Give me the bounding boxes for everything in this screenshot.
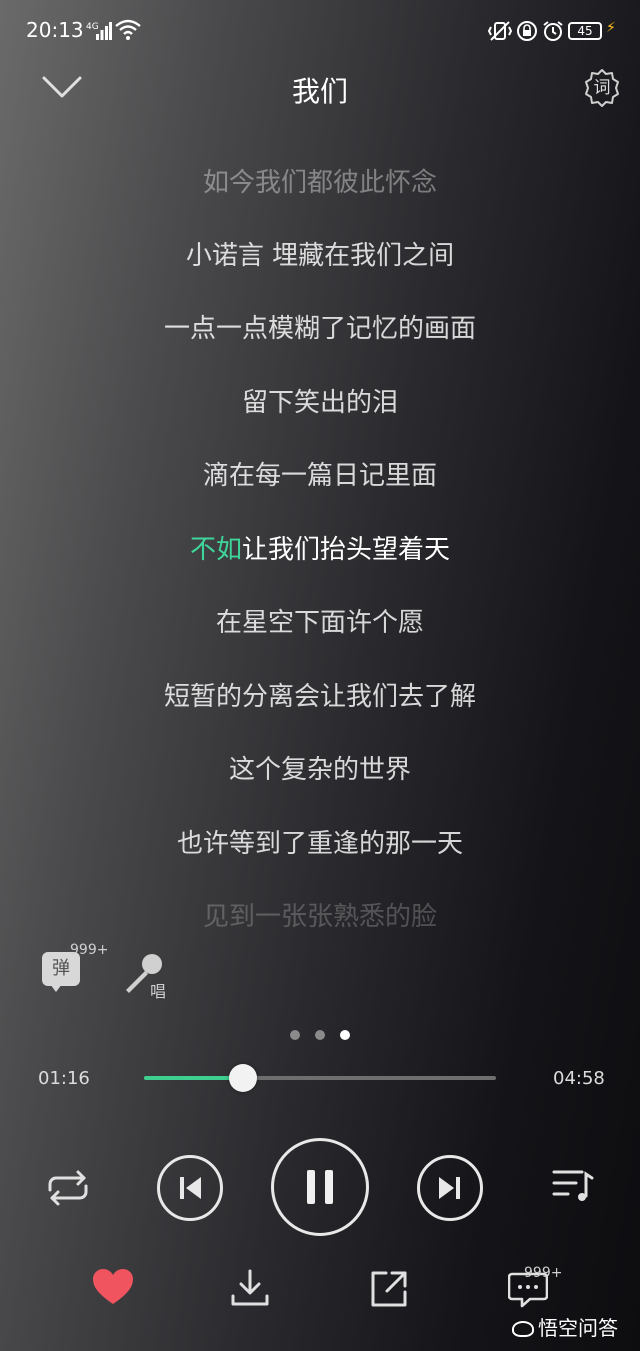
lyrics-panel[interactable]: 如今我们都彼此怀念 小诺言 埋藏在我们之间 一点一点模糊了记忆的画面 留下笑出的… [0, 150, 640, 940]
alarm-icon [543, 21, 563, 41]
lyric-line: 短暂的分离会让我们去了解 [163, 682, 476, 712]
lyric-line: 这个复杂的世界 [228, 755, 411, 785]
skip-previous-icon [180, 1177, 201, 1199]
lyric-line: 如今我们都彼此怀念 [202, 168, 437, 198]
lyric-line: 见到一张张熟悉的脸 [202, 902, 437, 932]
like-button[interactable] [92, 1268, 134, 1306]
sing-label: 唱 [150, 982, 167, 1001]
pause-icon [307, 1170, 333, 1204]
skip-next-icon [439, 1177, 460, 1199]
wifi-icon [115, 19, 141, 40]
collapse-button[interactable] [40, 70, 84, 106]
pause-button[interactable] [271, 1138, 369, 1236]
heart-icon [93, 1269, 133, 1304]
total-time: 04:58 [553, 1068, 605, 1089]
signal-icon [96, 22, 112, 40]
watermark-text: 悟空问答 [538, 1316, 618, 1340]
lyric-line: 也许等到了重逢的那一天 [176, 829, 463, 859]
previous-button[interactable] [157, 1155, 223, 1221]
page-dot [290, 1030, 300, 1040]
playlist-button[interactable] [552, 1166, 596, 1206]
lyric-line: 小诺言 埋藏在我们之间 [185, 241, 455, 271]
lock-rotation-icon [517, 21, 537, 41]
share-button[interactable] [370, 1270, 408, 1308]
lyric-remaining-part: 让我们抬头望着天 [242, 535, 451, 565]
lyric-button-label: 词 [593, 78, 611, 98]
lyric-line: 一点一点模糊了记忆的画面 [163, 314, 476, 344]
progress-thumb[interactable] [228, 1064, 257, 1092]
progress-slider[interactable] [144, 1064, 496, 1092]
lyric-settings-button[interactable]: 词 [582, 68, 622, 108]
watermark-logo: 悟空问答 [512, 1312, 618, 1341]
page-dot [315, 1030, 325, 1040]
status-bar: 20:13 4G 45 ⚡ [0, 0, 640, 60]
danmu-count: 999+ [70, 942, 109, 958]
song-title: 我们 [291, 75, 348, 108]
lyric-line: 在星空下面许个愿 [215, 608, 424, 638]
danmu-button[interactable]: 弹 [42, 952, 82, 992]
lyric-line: 滴在每一篇日记里面 [202, 461, 437, 491]
lyric-line-current: 不如让我们抬头望着天 [0, 529, 640, 566]
repeat-button[interactable] [44, 1168, 92, 1208]
lyric-line: 留下笑出的泪 [241, 388, 398, 418]
battery-level: 45 [568, 22, 602, 40]
download-icon [231, 1269, 269, 1306]
share-icon [371, 1271, 407, 1307]
chevron-down-icon [42, 76, 82, 98]
repeat-icon [48, 1170, 88, 1206]
status-time: 20:13 [26, 18, 84, 42]
playlist-icon [552, 1170, 594, 1201]
progress-fill [144, 1076, 243, 1080]
next-button[interactable] [417, 1155, 483, 1221]
vibrate-off-icon [488, 21, 512, 41]
lyric-sung-part: 不如 [189, 535, 242, 565]
page-dot-active [340, 1030, 350, 1040]
charging-icon: ⚡ [606, 20, 616, 36]
download-button[interactable] [230, 1268, 270, 1308]
comment-count: 999+ [524, 1265, 563, 1281]
current-time: 01:16 [38, 1068, 90, 1089]
wukong-logo-icon [512, 1321, 534, 1337]
